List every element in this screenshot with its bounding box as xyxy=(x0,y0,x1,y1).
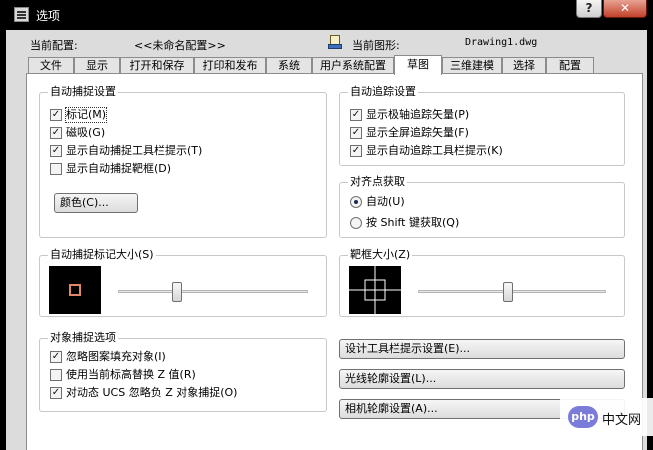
aperture-size-slider-thumb[interactable] xyxy=(503,282,513,302)
tab-open-save[interactable]: 打开和保存 xyxy=(120,57,194,74)
watermark: php 中文网 xyxy=(560,398,653,436)
title-bar[interactable]: 选项 ? ✕ xyxy=(0,0,653,30)
tab-user-preferences[interactable]: 用户系统配置 xyxy=(312,57,394,74)
drafting-panel: 自动捕捉设置 ✓ 标记(M) ✓ 磁吸(G) ✓ 显示自动捕捉工具栏提示(T) … xyxy=(26,73,643,450)
autotrack-tooltip-label: 显示自动追踪工具栏提示(K) xyxy=(366,144,503,157)
acquire-shift-label: 按 Shift 键获取(Q) xyxy=(366,216,460,229)
marker-size-title: 自动捕捉标记大小(S) xyxy=(48,248,156,262)
marker-checkbox[interactable]: ✓ xyxy=(50,109,62,121)
ignore-negative-z-label: 对动态 UCS 忽略负 Z 对象捕捉(O) xyxy=(66,386,238,399)
tab-3d-modeling[interactable]: 三维建模 xyxy=(442,57,502,74)
autotrack-settings-title: 自动追踪设置 xyxy=(348,85,418,99)
aperture-box-checkbox[interactable] xyxy=(50,163,62,175)
app-icon xyxy=(14,7,29,22)
current-drawing-label: 当前图形: xyxy=(352,39,400,52)
aperture-size-title: 靶框大小(Z) xyxy=(348,248,413,262)
ignore-hatch-label: 忽略图案填充对象(I) xyxy=(66,350,166,363)
color-button[interactable]: 颜色(C)... xyxy=(54,193,138,213)
watermark-text: 中文网 xyxy=(602,413,642,428)
autotrack-settings-group: 自动追踪设置 ✓ 显示极轴追踪矢量(P) ✓ 显示全屏追踪矢量(F) ✓ 显示自… xyxy=(339,85,625,166)
php-logo-icon: php xyxy=(568,406,598,428)
aperture-size-group: 靶框大小(Z) xyxy=(339,248,625,317)
acquire-automatic-radio[interactable] xyxy=(350,196,362,208)
tab-plot-publish[interactable]: 打印和发布 xyxy=(194,57,266,74)
tab-display[interactable]: 显示 xyxy=(74,57,120,74)
object-snap-options-title: 对象捕捉选项 xyxy=(48,331,118,345)
tab-system[interactable]: 系统 xyxy=(266,57,312,74)
marker-square-icon xyxy=(69,284,81,296)
autotrack-tooltip-checkbox[interactable]: ✓ xyxy=(350,145,362,157)
close-button[interactable]: ✕ xyxy=(603,0,647,18)
alignment-acquisition-title: 对齐点获取 xyxy=(348,175,407,189)
current-config-value: <<未命名配置>> xyxy=(134,39,226,52)
magnet-label: 磁吸(G) xyxy=(66,126,106,139)
fullscreen-tracking-checkbox[interactable]: ✓ xyxy=(350,127,362,139)
marker-size-group: 自动捕捉标记大小(S) xyxy=(39,248,327,317)
aperture-box-label: 显示自动捕捉靶框(D) xyxy=(66,162,172,175)
polar-tracking-label: 显示极轴追踪矢量(P) xyxy=(366,108,470,121)
tooltip-appearance-button[interactable]: 设计工具栏提示设置(E)... xyxy=(339,339,625,359)
help-button[interactable]: ? xyxy=(576,0,602,18)
fullscreen-tracking-label: 显示全屏追踪矢量(F) xyxy=(366,126,469,139)
magnet-checkbox[interactable]: ✓ xyxy=(50,127,62,139)
autosnap-settings-title: 自动捕捉设置 xyxy=(48,85,118,99)
tab-selection[interactable]: 选择 xyxy=(502,57,546,74)
autosnap-tooltip-label: 显示自动捕捉工具栏提示(T) xyxy=(66,144,203,157)
acquire-automatic-label: 自动(U) xyxy=(366,195,405,208)
marker-label: 标记(M) xyxy=(64,107,108,123)
window-title: 选项 xyxy=(36,9,61,23)
current-config-label: 当前配置: xyxy=(30,39,78,52)
ignore-hatch-checkbox[interactable]: ✓ xyxy=(50,351,62,363)
current-drawing-value: Drawing1.dwg xyxy=(465,37,538,48)
marker-size-preview xyxy=(49,266,101,314)
marker-size-slider-thumb[interactable] xyxy=(172,282,182,302)
lightglyph-settings-button[interactable]: 光线轮廓设置(L)... xyxy=(339,369,625,389)
replace-z-checkbox[interactable] xyxy=(50,369,62,381)
acquire-shift-radio[interactable] xyxy=(350,217,362,229)
ignore-negative-z-checkbox[interactable]: ✓ xyxy=(50,387,62,399)
marker-size-slider-track[interactable] xyxy=(118,290,308,293)
drawing-file-icon xyxy=(328,35,342,50)
tab-profiles[interactable]: 配置 xyxy=(546,57,594,74)
replace-z-label: 使用当前标高替换 Z 值(R) xyxy=(66,368,196,381)
aperture-size-preview xyxy=(349,266,401,314)
alignment-acquisition-group: 对齐点获取 自动(U) 按 Shift 键获取(Q) xyxy=(339,175,625,238)
polar-tracking-checkbox[interactable]: ✓ xyxy=(350,109,362,121)
tab-files[interactable]: 文件 xyxy=(28,57,74,74)
object-snap-options-group: 对象捕捉选项 ✓ 忽略图案填充对象(I) 使用当前标高替换 Z 值(R) ✓ 对… xyxy=(39,331,327,412)
autosnap-tooltip-checkbox[interactable]: ✓ xyxy=(50,145,62,157)
autosnap-settings-group: 自动捕捉设置 ✓ 标记(M) ✓ 磁吸(G) ✓ 显示自动捕捉工具栏提示(T) … xyxy=(39,85,327,238)
aperture-crosshair-icon xyxy=(349,266,401,314)
tab-drafting[interactable]: 草图 xyxy=(394,55,442,75)
